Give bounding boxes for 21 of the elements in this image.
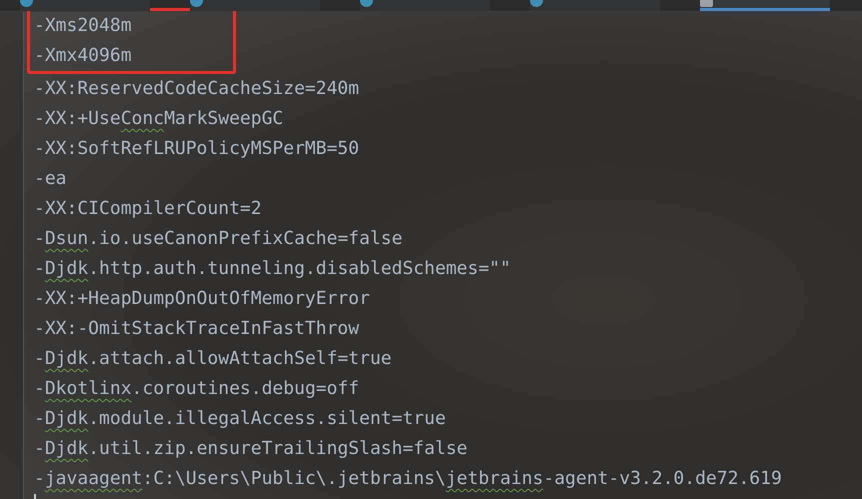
code-line: -XX:-OmitStackTraceInFastThrow xyxy=(33,317,360,341)
code-line: -ea xyxy=(33,167,68,191)
code-line: -Dkotlinx.coroutines.debug=off xyxy=(33,377,360,401)
code-line: -Djdk.util.zip.ensureTrailingSlash=false xyxy=(33,437,468,461)
code-line: -Djdk.http.auth.tunneling.disabledSchemes="" xyxy=(33,257,512,281)
code-line: -XX:+HeapDumpOnOutOfMemoryError xyxy=(33,287,371,311)
editor-tab[interactable] xyxy=(530,0,660,11)
editor-tab[interactable] xyxy=(700,0,830,11)
editor-tab[interactable] xyxy=(190,0,320,11)
code-line: -Dsun.io.useCanonPrefixCache=false xyxy=(33,227,404,251)
code-line: -Xms2048m xyxy=(27,8,236,41)
code-line: -XX:+UseConcMarkSweepGC xyxy=(33,107,284,131)
code-line: -XX:ReservedCodeCacheSize=240m xyxy=(33,77,360,101)
code-line: -Djdk.attach.allowAttachSelf=true xyxy=(33,347,393,371)
code-line: -XX:CICompilerCount=2 xyxy=(33,197,263,221)
editor-tab[interactable] xyxy=(20,0,150,11)
code-line: -Xmx4096m xyxy=(27,41,236,74)
code-line: -javaagent:C:\Users\Public\.jetbrains\jetbrains-agent-v3.2.0.de72.619 xyxy=(33,467,783,491)
code-line: -XX:SoftRefLRUPolicyMSPerMB=50 xyxy=(33,137,360,161)
code-line: -Djdk.module.illegalAccess.silent=true xyxy=(33,407,447,431)
editor-tab[interactable] xyxy=(360,0,490,11)
